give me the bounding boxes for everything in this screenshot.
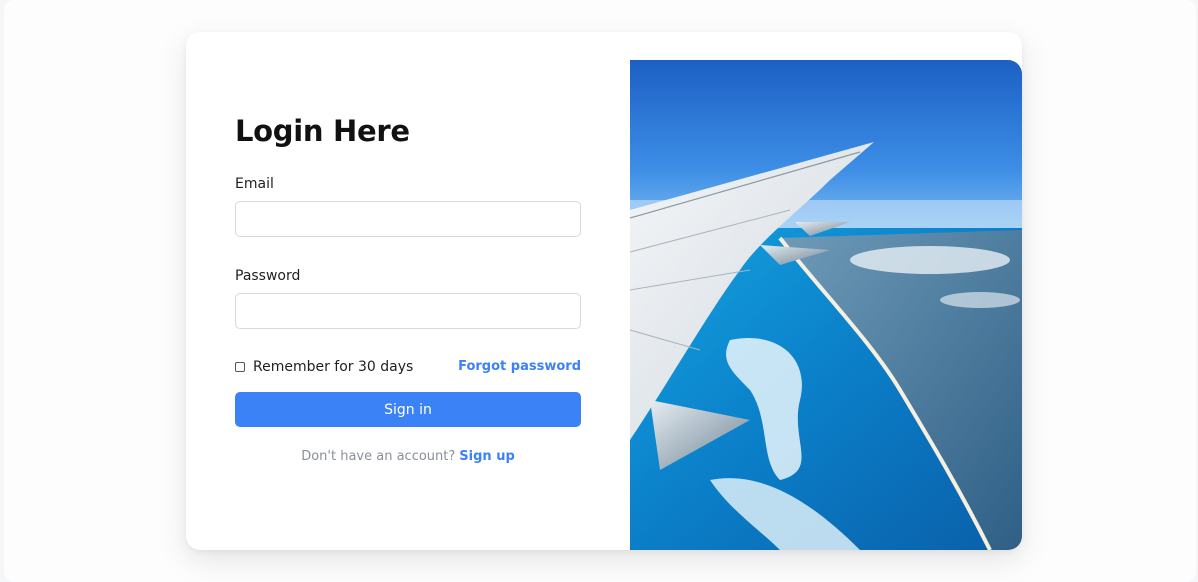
password-field[interactable] [235, 293, 581, 329]
password-label: Password [235, 268, 301, 284]
airplane-wing-illustration [630, 60, 1022, 550]
page-background: Login Here Email Password Remember for 3… [4, 0, 1196, 582]
email-label: Email [235, 176, 274, 192]
cloud [850, 246, 1010, 274]
hero-image [630, 60, 1022, 550]
email-field[interactable] [235, 201, 581, 237]
sign-up-link[interactable]: Sign up [459, 449, 514, 464]
signup-row: Don't have an account? Sign up [235, 449, 581, 464]
forgot-password-link[interactable]: Forgot password [458, 359, 581, 374]
remember-me[interactable]: Remember for 30 days [235, 358, 413, 376]
page-title: Login Here [235, 114, 410, 148]
remember-label: Remember for 30 days [253, 359, 414, 375]
sign-in-button[interactable]: Sign in [235, 392, 581, 427]
login-card: Login Here Email Password Remember for 3… [186, 32, 1022, 550]
login-form: Login Here Email Password Remember for 3… [235, 32, 581, 550]
signup-prompt: Don't have an account? [301, 449, 456, 464]
cloud [940, 292, 1020, 308]
remember-checkbox[interactable] [235, 362, 245, 372]
